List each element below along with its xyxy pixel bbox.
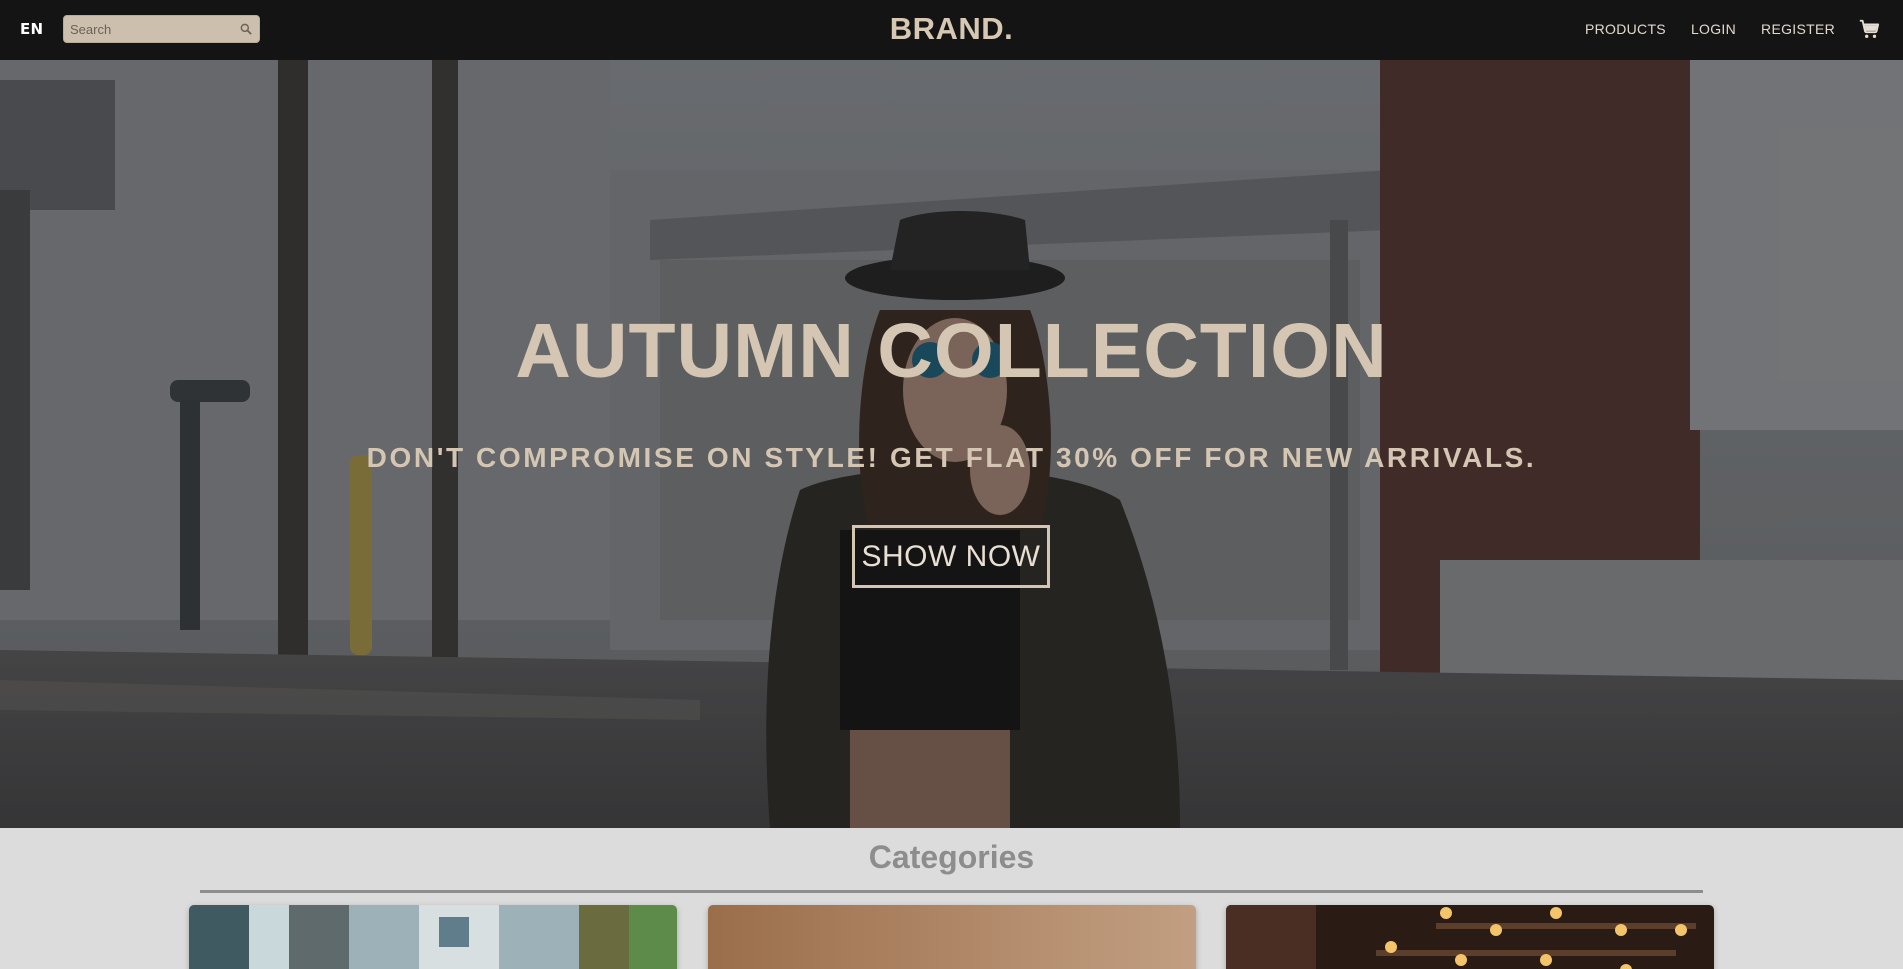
search-box [63,15,260,43]
category-card[interactable] [708,905,1196,969]
search-input[interactable] [64,16,234,42]
show-now-button[interactable]: SHOW NOW [852,525,1050,588]
category-card[interactable] [189,905,677,969]
top-navbar: EN BRAND. PRODUCTS LOGIN REGISTER [0,0,1903,60]
nav-link-products[interactable]: PRODUCTS [1585,21,1666,37]
category-card-image [189,905,677,969]
nav-link-login[interactable]: LOGIN [1691,21,1736,37]
category-card-image [1226,905,1714,969]
hero-banner: AUTUMN COLLECTION DON'T COMPROMISE ON ST… [0,60,1903,828]
main-nav: PRODUCTS LOGIN REGISTER [1585,21,1835,37]
categories-heading: Categories [868,839,1035,875]
categories-divider [200,890,1703,893]
hero-title: AUTUMN COLLECTION [515,308,1388,394]
search-icon[interactable] [239,22,253,36]
brand-logo-text[interactable]: BRAND. [890,11,1014,46]
nav-link-register[interactable]: REGISTER [1761,21,1835,37]
language-selector[interactable]: EN [20,20,43,38]
category-card-image [708,905,1196,969]
hero-subtitle: DON'T COMPROMISE ON STYLE! GET FLAT 30% … [366,442,1537,473]
category-card[interactable] [1226,905,1714,969]
shopping-cart-icon[interactable] [1858,18,1880,40]
